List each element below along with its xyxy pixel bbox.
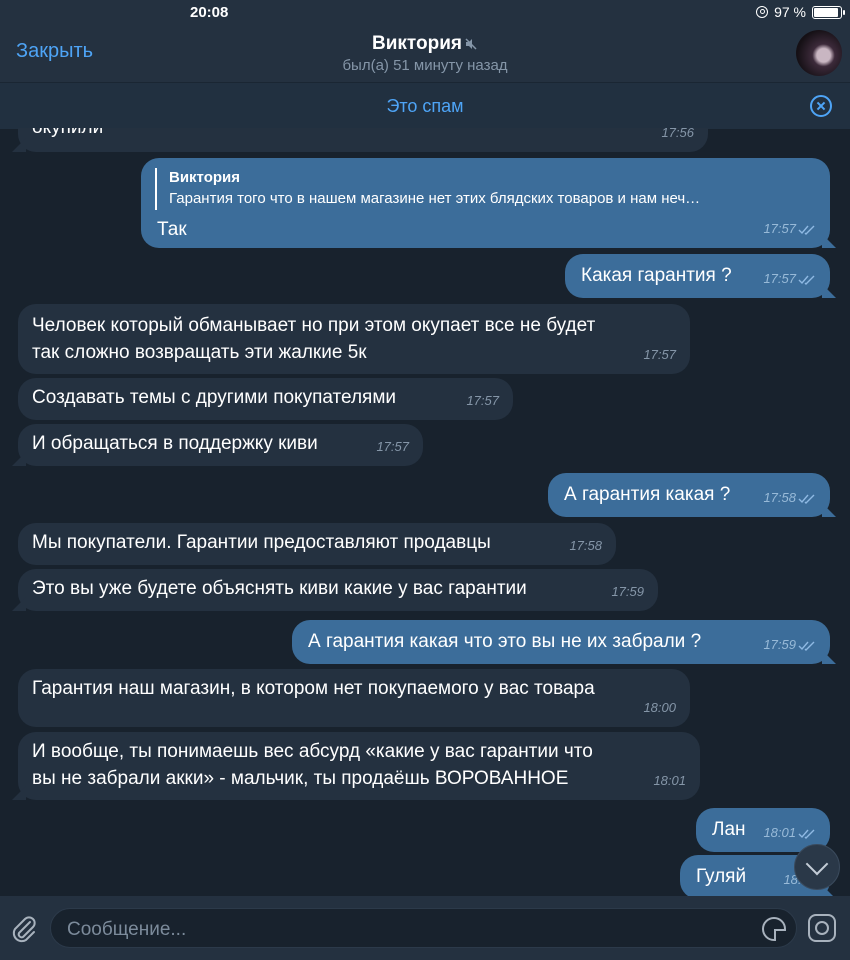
message-time: 17:57 bbox=[763, 265, 816, 292]
message-list[interactable]: окупили 17:56 Виктория Гарантия того что… bbox=[0, 128, 850, 896]
message-time: 17:58 bbox=[569, 538, 602, 553]
message-outgoing[interactable]: А гарантия какая что это вы не их забрал… bbox=[292, 620, 836, 664]
input-bar bbox=[0, 896, 850, 960]
bubble-tail bbox=[822, 503, 836, 517]
message-time: 17:59 bbox=[611, 584, 644, 599]
message-text: Мы покупатели. Гарантии предоставляют пр… bbox=[32, 532, 491, 553]
time-value: 17:58 bbox=[763, 490, 796, 505]
bubble-tail bbox=[12, 786, 26, 800]
battery-percent: 97 % bbox=[774, 4, 806, 20]
message-incoming[interactable]: Гарантия наш магазин, в котором нет поку… bbox=[18, 669, 690, 727]
battery-fill bbox=[814, 7, 839, 17]
message-text: И вообще, ты понимаешь вес абсурд «какие… bbox=[32, 741, 593, 789]
message-time: 17:58 bbox=[763, 484, 816, 511]
attach-icon[interactable] bbox=[10, 914, 38, 944]
bubble-tail bbox=[12, 597, 26, 611]
message-field[interactable] bbox=[50, 908, 797, 948]
message-text: А гарантия какая ? bbox=[564, 484, 731, 505]
message-incoming[interactable]: Человек который обманывает но при этом о… bbox=[18, 304, 690, 374]
message-incoming[interactable]: Создавать темы с другими покупателями 17… bbox=[18, 378, 513, 420]
time-value: 17:57 bbox=[763, 271, 796, 286]
message-outgoing-reply[interactable]: Виктория Гарантия того что в нашем магаз… bbox=[141, 158, 836, 248]
close-spam-bar-icon[interactable] bbox=[810, 95, 832, 117]
message-text: Гарантия наш магазин, в котором нет поку… bbox=[32, 678, 595, 699]
message-text: Так bbox=[157, 219, 187, 240]
time-value: 17:57 bbox=[763, 221, 796, 236]
message-text: Гуляй bbox=[696, 866, 747, 887]
message-time: 17:59 bbox=[763, 631, 816, 658]
double-check-icon bbox=[798, 829, 815, 839]
status-bar: 20:08 97 % bbox=[0, 0, 850, 26]
message-incoming[interactable]: Это вы уже будете объяснять киви какие у… bbox=[12, 569, 658, 611]
message-time: 18:00 bbox=[643, 700, 676, 715]
message-incoming[interactable]: окупили 17:56 bbox=[12, 128, 708, 152]
message-input[interactable] bbox=[65, 917, 729, 943]
message-incoming[interactable]: И вообще, ты понимаешь вес абсурд «какие… bbox=[12, 732, 700, 800]
report-spam-button[interactable]: Это спам bbox=[0, 96, 850, 117]
message-text: Это вы уже будете объяснять киви какие у… bbox=[32, 578, 527, 599]
message-text: А гарантия какая что это вы не их забрал… bbox=[308, 631, 702, 652]
contact-title[interactable]: Виктория bbox=[0, 33, 850, 55]
contact-name: Виктория bbox=[372, 33, 462, 54]
last-seen-status: был(а) 51 минуту назад bbox=[342, 57, 508, 74]
message-text: Человек который обманывает но при этом о… bbox=[32, 315, 596, 363]
message-time: 18:01 bbox=[653, 773, 686, 788]
message-text: Какая гарантия ? bbox=[581, 265, 732, 286]
status-time: 20:08 bbox=[190, 4, 229, 21]
message-outgoing[interactable]: А гарантия какая ? 17:58 bbox=[548, 473, 836, 517]
camera-icon[interactable] bbox=[808, 914, 836, 942]
double-check-icon bbox=[798, 225, 815, 235]
message-time: 17:57 bbox=[466, 393, 499, 408]
status-right: 97 % bbox=[756, 4, 845, 20]
bubble-tail bbox=[822, 234, 836, 248]
message-text: Создавать темы с другими покупателями bbox=[32, 387, 396, 408]
message-incoming[interactable]: Мы покупатели. Гарантии предоставляют пр… bbox=[18, 523, 616, 565]
bubble-tail bbox=[822, 284, 836, 298]
message-outgoing[interactable]: Какая гарантия ? 17:57 bbox=[565, 254, 836, 298]
double-check-icon bbox=[798, 641, 815, 651]
chat-header: Закрыть Виктория был(а) 51 минуту назад bbox=[0, 26, 850, 82]
message-time: 18:01 bbox=[763, 819, 816, 846]
message-time: 17:57 bbox=[376, 439, 409, 454]
bubble-tail bbox=[12, 452, 26, 466]
muted-icon bbox=[465, 38, 477, 50]
avatar[interactable] bbox=[796, 30, 842, 76]
bubble-tail bbox=[822, 650, 836, 664]
sticker-icon[interactable] bbox=[762, 917, 786, 941]
orientation-lock-icon bbox=[756, 6, 769, 18]
message-incoming[interactable]: И обращаться в поддержку киви 17:57 bbox=[12, 424, 423, 466]
scroll-to-bottom-button[interactable] bbox=[794, 844, 840, 890]
message-time: 17:57 bbox=[763, 215, 816, 242]
message-text: И обращаться в поддержку киви bbox=[32, 433, 318, 454]
double-check-icon bbox=[798, 275, 815, 285]
reply-quote[interactable]: Виктория Гарантия того что в нашем магаз… bbox=[155, 168, 816, 210]
reply-author: Виктория bbox=[169, 169, 241, 186]
time-value: 18:01 bbox=[763, 825, 796, 840]
double-check-icon bbox=[798, 494, 815, 504]
message-time: 17:56 bbox=[661, 128, 694, 140]
message-text: окупили bbox=[32, 128, 103, 141]
bubble-tail bbox=[12, 138, 26, 152]
message-text: Лан bbox=[712, 819, 746, 840]
message-time: 17:57 bbox=[643, 347, 676, 362]
spam-bar: Это спам bbox=[0, 82, 850, 129]
time-value: 17:59 bbox=[763, 637, 796, 652]
reply-text: Гарантия того что в нашем магазине нет э… bbox=[169, 190, 701, 207]
battery-icon bbox=[812, 5, 845, 19]
